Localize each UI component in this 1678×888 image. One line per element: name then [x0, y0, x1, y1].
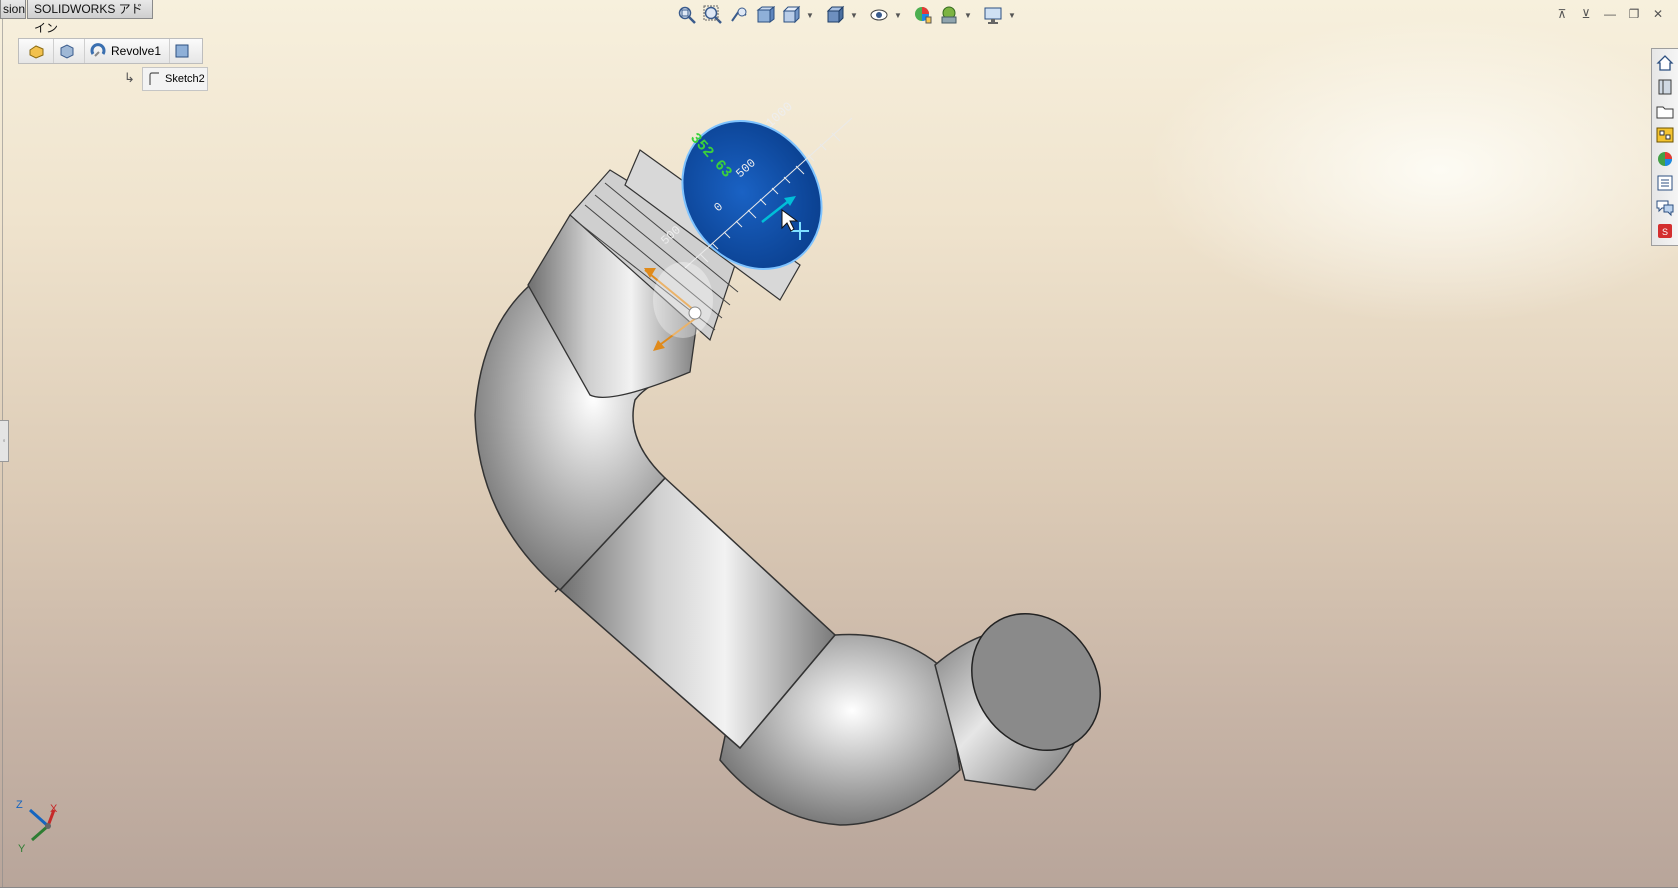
axis-label-y: Y	[18, 843, 26, 855]
graphics-area[interactable]: 1000 500 0 500 352.63 Z X Y	[0, 0, 1678, 888]
axis-label-z: Z	[16, 799, 23, 811]
reference-triad: Z X Y	[16, 799, 58, 855]
axis-label-x: X	[50, 803, 58, 815]
ruler-tick-1000: 1000	[763, 99, 796, 131]
